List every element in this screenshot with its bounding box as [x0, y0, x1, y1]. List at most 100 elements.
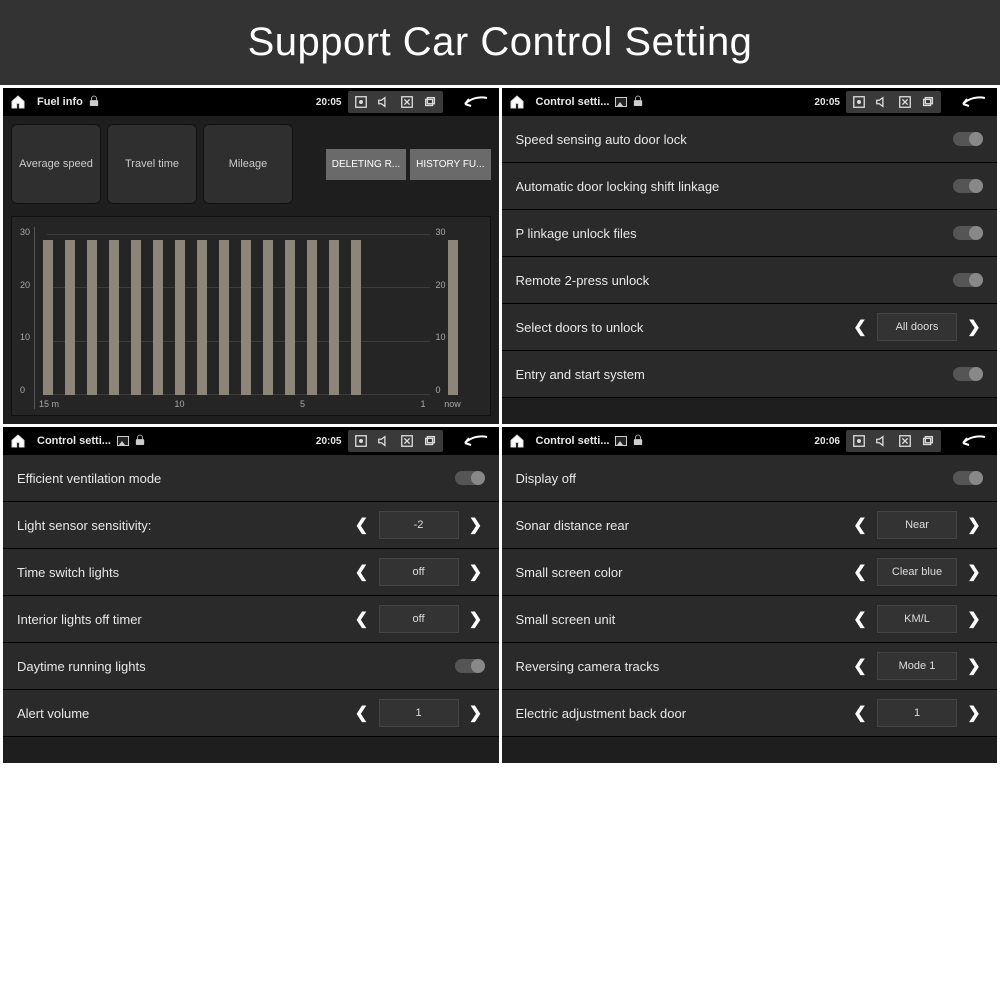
lock-icon	[633, 95, 643, 110]
now-bar	[448, 240, 458, 395]
home-icon[interactable]	[9, 93, 27, 111]
row-small-screen-unit: Small screen unit ❮ KM/L ❯	[502, 596, 998, 643]
bar	[175, 240, 185, 395]
stepper-prev[interactable]: ❮	[353, 558, 371, 586]
row-auto-door-lock-shift[interactable]: Automatic door locking shift linkage	[502, 163, 998, 210]
bar	[263, 240, 273, 395]
row-small-screen-color: Small screen color ❮ Clear blue ❯	[502, 549, 998, 596]
row-label: Light sensor sensitivity:	[17, 518, 353, 533]
stepper-next[interactable]: ❯	[965, 511, 983, 539]
now-label: now	[444, 399, 461, 409]
panel-control-display: Control setti... 20:06 Display off	[502, 427, 998, 763]
close-app-icon[interactable]	[398, 93, 416, 111]
row-p-linkage-unlock[interactable]: P linkage unlock files	[502, 210, 998, 257]
row-display-off[interactable]: Display off	[502, 455, 998, 502]
close-app-icon[interactable]	[896, 93, 914, 111]
row-label: Interior lights off timer	[17, 612, 353, 627]
tab-mileage[interactable]: Mileage	[203, 124, 293, 204]
stepper-prev[interactable]: ❮	[353, 511, 371, 539]
screenshot-icon[interactable]	[850, 432, 868, 450]
tab-travel-time[interactable]: Travel time	[107, 124, 197, 204]
topbar: Fuel info 20:05	[3, 88, 499, 116]
back-button[interactable]	[953, 430, 991, 452]
stepper-prev[interactable]: ❮	[353, 605, 371, 633]
stepper-next[interactable]: ❯	[965, 313, 983, 341]
mute-icon[interactable]	[873, 432, 891, 450]
row-entry-start-system[interactable]: Entry and start system	[502, 351, 998, 398]
row-speed-sensing-lock[interactable]: Speed sensing auto door lock	[502, 116, 998, 163]
bar	[307, 240, 317, 395]
picture-icon	[615, 436, 627, 446]
recent-apps-icon[interactable]	[421, 93, 439, 111]
stepper-next[interactable]: ❯	[965, 605, 983, 633]
stepper-prev[interactable]: ❮	[851, 558, 869, 586]
stepper-next[interactable]: ❯	[965, 699, 983, 727]
row-efficient-ventilation[interactable]: Efficient ventilation mode	[3, 455, 499, 502]
recent-apps-icon[interactable]	[421, 432, 439, 450]
lock-icon	[89, 95, 99, 110]
close-app-icon[interactable]	[896, 432, 914, 450]
stepper-value: 1	[379, 699, 459, 727]
mute-icon[interactable]	[375, 93, 393, 111]
recent-apps-icon[interactable]	[919, 93, 937, 111]
back-button[interactable]	[455, 430, 493, 452]
mute-icon[interactable]	[375, 432, 393, 450]
stepper-value: Clear blue	[877, 558, 957, 586]
clock: 20:05	[814, 97, 840, 108]
row-light-sensor-sensitivity: Light sensor sensitivity: ❮ -2 ❯	[3, 502, 499, 549]
bar	[109, 240, 119, 395]
stepper-next[interactable]: ❯	[467, 558, 485, 586]
screenshot-icon[interactable]	[352, 432, 370, 450]
stepper-next[interactable]: ❯	[467, 699, 485, 727]
bar	[153, 240, 163, 395]
row-reversing-camera-tracks: Reversing camera tracks ❮ Mode 1 ❯	[502, 643, 998, 690]
stepper-next[interactable]: ❯	[965, 558, 983, 586]
row-select-doors-unlock: Select doors to unlock ❮ All doors ❯	[502, 304, 998, 351]
status-icons	[348, 91, 443, 113]
row-time-switch-lights: Time switch lights ❮ off ❯	[3, 549, 499, 596]
close-app-icon[interactable]	[398, 432, 416, 450]
bar	[285, 240, 295, 395]
mute-icon[interactable]	[873, 93, 891, 111]
panel-title: Fuel info	[37, 96, 83, 108]
screenshot-icon[interactable]	[352, 93, 370, 111]
toggle[interactable]	[953, 226, 983, 240]
stepper-prev[interactable]: ❮	[851, 511, 869, 539]
stepper-next[interactable]: ❯	[467, 511, 485, 539]
stepper-next[interactable]: ❯	[965, 652, 983, 680]
screenshot-icon[interactable]	[850, 93, 868, 111]
back-button[interactable]	[455, 91, 493, 113]
fuel-tabs: Average speed Travel time Mileage DELETI…	[3, 116, 499, 212]
stepper-prev[interactable]: ❮	[851, 699, 869, 727]
stepper-next[interactable]: ❯	[467, 605, 485, 633]
toggle[interactable]	[953, 471, 983, 485]
toggle[interactable]	[953, 132, 983, 146]
lock-icon	[135, 434, 145, 449]
home-icon[interactable]	[508, 432, 526, 450]
toggle[interactable]	[455, 659, 485, 673]
bar	[131, 240, 141, 395]
home-icon[interactable]	[508, 93, 526, 111]
toggle[interactable]	[953, 367, 983, 381]
toggle[interactable]	[953, 273, 983, 287]
stepper-prev[interactable]: ❮	[851, 313, 869, 341]
row-remote-2press-unlock[interactable]: Remote 2-press unlock	[502, 257, 998, 304]
row-label: Efficient ventilation mode	[17, 471, 455, 486]
row-daytime-running-lights[interactable]: Daytime running lights	[3, 643, 499, 690]
toggle[interactable]	[455, 471, 485, 485]
delete-records-button[interactable]: DELETING R...	[326, 149, 406, 180]
stepper-prev[interactable]: ❮	[851, 605, 869, 633]
home-icon[interactable]	[9, 432, 27, 450]
history-fuel-button[interactable]: HISTORY FU...	[410, 149, 490, 180]
toggle[interactable]	[953, 179, 983, 193]
recent-apps-icon[interactable]	[919, 432, 937, 450]
row-sonar-distance-rear: Sonar distance rear ❮ Near ❯	[502, 502, 998, 549]
stepper-value: All doors	[877, 313, 957, 341]
tab-average-speed[interactable]: Average speed	[11, 124, 101, 204]
row-label: Small screen unit	[516, 612, 852, 627]
stepper-prev[interactable]: ❮	[851, 652, 869, 680]
row-label: Speed sensing auto door lock	[516, 132, 954, 147]
clock: 20:05	[316, 436, 342, 447]
back-button[interactable]	[953, 91, 991, 113]
stepper-prev[interactable]: ❮	[353, 699, 371, 727]
